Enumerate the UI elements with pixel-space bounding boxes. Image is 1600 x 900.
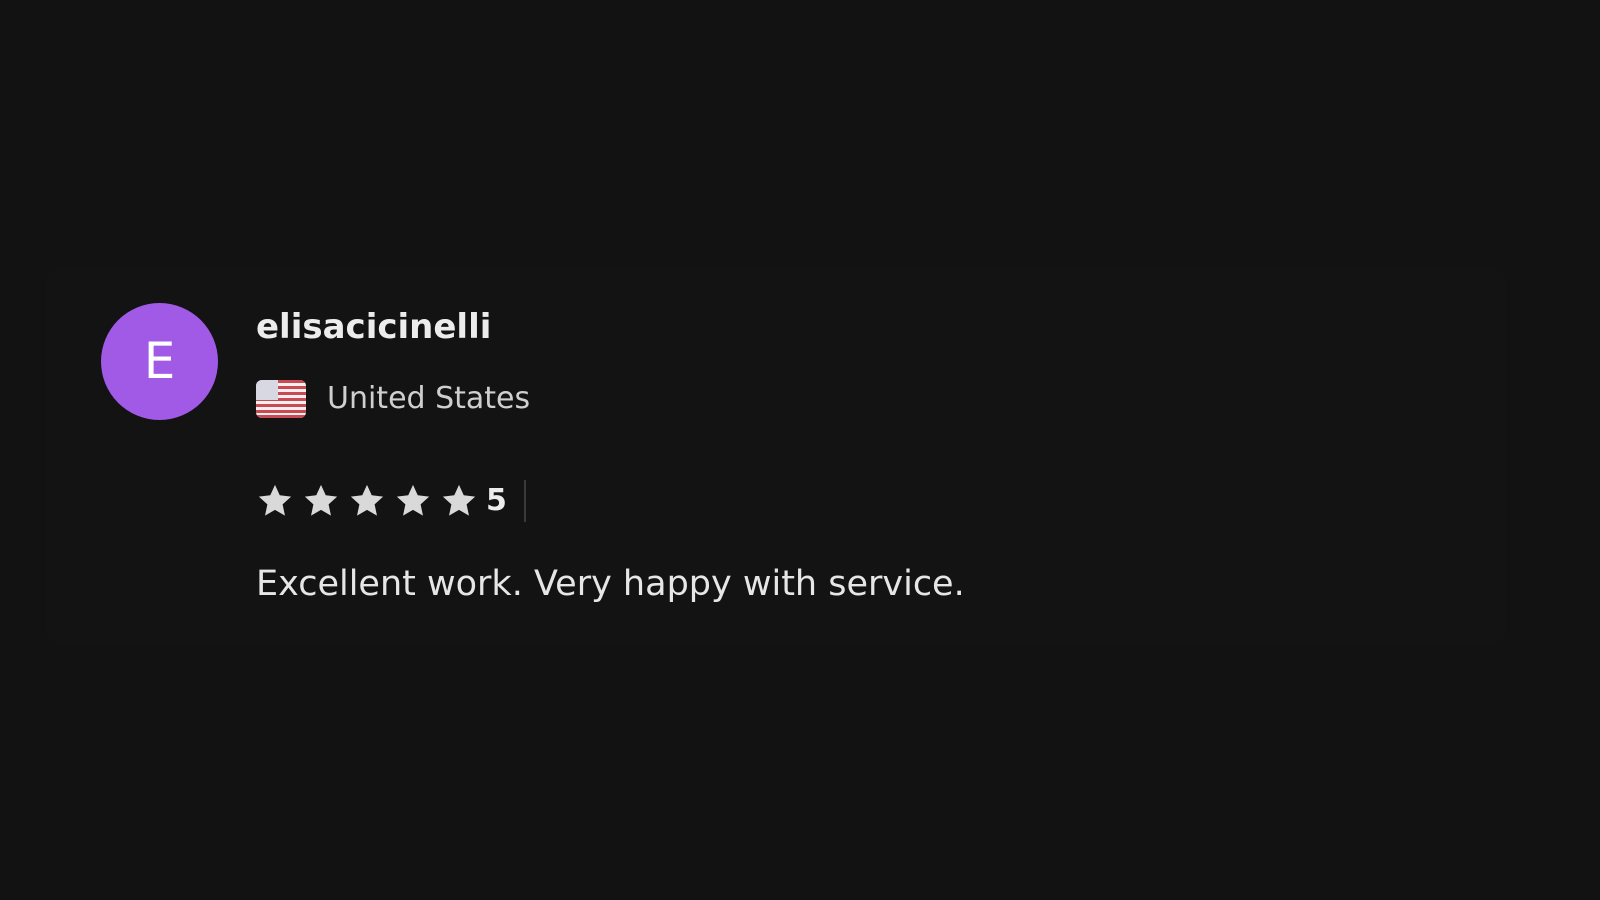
country-name: United States [327, 381, 531, 416]
us-flag-icon [256, 380, 306, 418]
review-text: Excellent work. Very happy with service. [256, 564, 965, 604]
star-icon [258, 484, 292, 516]
rating: 5 [256, 478, 526, 524]
reviewer-country: United States [256, 377, 530, 421]
rating-divider [523, 480, 526, 522]
star-icon [304, 484, 338, 516]
star-icon [396, 484, 430, 516]
rating-value: 5 [486, 483, 507, 518]
star-icon [350, 484, 384, 516]
avatar: E [101, 303, 218, 420]
star-icon [442, 484, 476, 516]
reviewer-name[interactable]: elisacicinelli [256, 303, 491, 351]
